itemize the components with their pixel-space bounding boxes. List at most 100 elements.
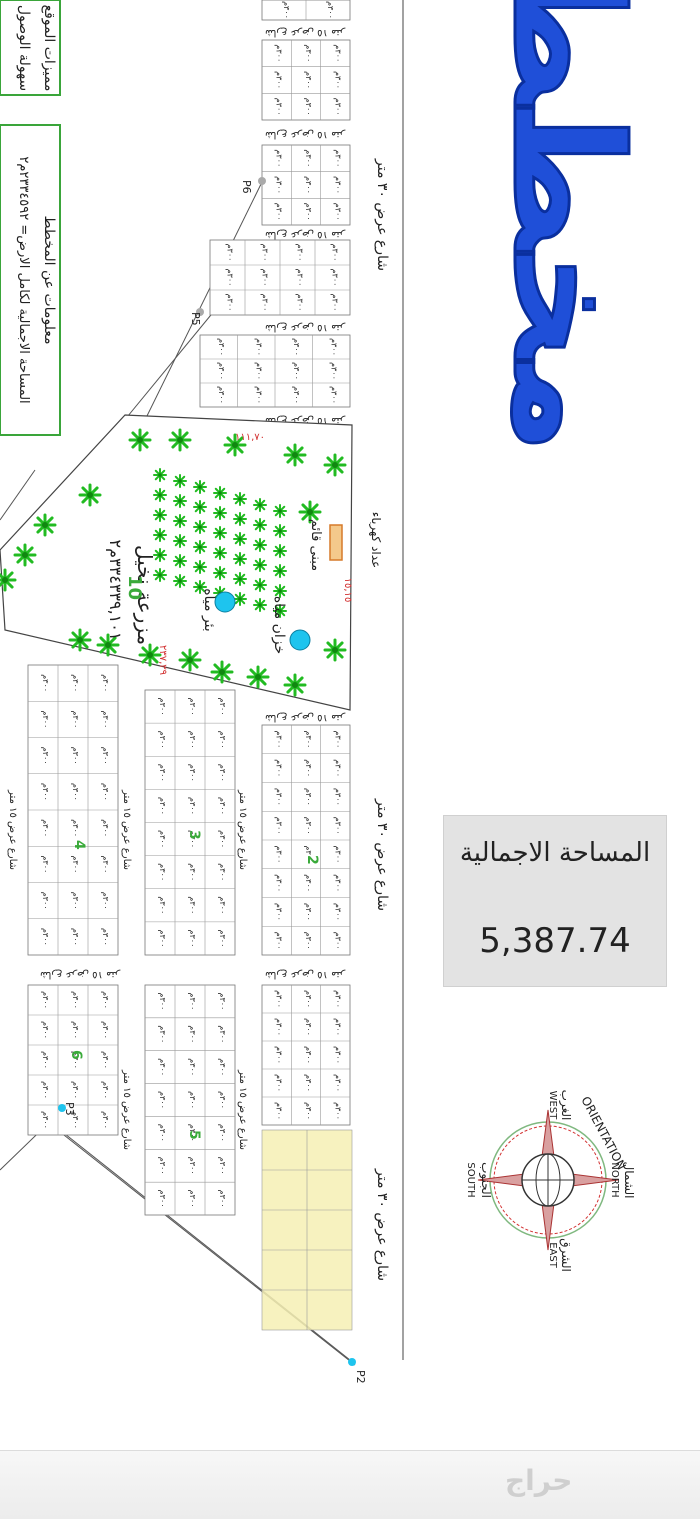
compass-north: NORTH — [609, 1162, 620, 1197]
plot-area-label: ٣٠٠م — [218, 863, 227, 881]
street-label-15m: شارع عرض ١٥ متر — [265, 969, 346, 980]
svg-text:P3: P3 — [63, 1102, 76, 1116]
plot-area-label: ٣٠٠م — [158, 1124, 167, 1142]
plot-area-label: ٣٠٠م — [101, 928, 110, 946]
palm-tree-icon — [173, 494, 187, 508]
plot-area-label: ٣٠٠م — [296, 294, 305, 312]
plot-area-label: ٣٠٠م — [188, 731, 197, 749]
site-access-text: سهولة الوصول — [16, 5, 32, 91]
plot-area-label: ٣٠٠م — [304, 44, 313, 62]
plot-area-label: ٣٠٠م — [101, 1051, 110, 1069]
plot-area-label: ٣٠٠م — [333, 990, 342, 1008]
plot-area-label: ٣٠٠م — [261, 244, 270, 262]
farm-edge-top: ١١١,٧٠ — [235, 432, 265, 443]
plot-area-label: ٣٠٠م — [101, 1021, 110, 1039]
palm-tree-icon — [173, 554, 187, 568]
palm-tree-icon — [193, 480, 207, 494]
plot-area-label: ٣٠٠م — [333, 932, 342, 950]
plot-block: ٣٠٠م ٣٠٠م — [261, 0, 351, 21]
total-area-card: المساحة الاجمالية 5,387.74 — [443, 815, 667, 987]
plot-area-label: ٣٠٠م — [333, 1018, 342, 1036]
plot-area-label: ٣٠٠م — [275, 990, 284, 1008]
plot-area-label: ٣٠٠م — [304, 1074, 313, 1092]
plot-area-label: ٣٠٠م — [188, 993, 197, 1011]
plot-area-label: ٣٠٠م — [333, 203, 342, 221]
plot-block: ٣٠٠م ٣٠٠م ٣٠٠م ٣٠٠م ٣٠٠م ٣٠٠م ٣٠٠م ٣٠٠م ٣٠٠م — [261, 39, 351, 121]
plot-area-label: ٣٠٠م — [275, 203, 284, 221]
palm-tree-icon — [323, 453, 347, 477]
plot-area-label: ٣٠٠م — [41, 819, 50, 837]
plot-area-label: ٣٠٠م — [41, 710, 50, 728]
plot-area-label: ٣٠٠م — [304, 903, 313, 921]
plot-area-label: ٣٠٠م — [296, 244, 305, 262]
plot-area-label: ٣٠٠م — [333, 71, 342, 89]
palm-tree-icon — [33, 513, 57, 537]
palm-tree-icon — [273, 524, 287, 538]
plot-area-label: ٣٠٠م — [158, 797, 167, 815]
plot-area-label: ٣٠٠م — [261, 269, 270, 287]
palm-tree-icon — [253, 578, 267, 592]
plot-area-label: ٣٠٠م — [275, 1046, 284, 1064]
plot-area-label: ٣٠٠م — [304, 990, 313, 1008]
farm-edge-bottom: ٢٣٧,٣٩ — [157, 645, 168, 675]
block-number: 2 — [304, 855, 320, 865]
plot-area-label: ٣٠٠م — [275, 1018, 284, 1036]
plot-area-label: ٣٠٠م — [331, 294, 340, 312]
plot-area-label: ٣٠٠م — [41, 855, 50, 873]
compass-west-ar: الغرب — [558, 1090, 573, 1121]
plot-area-label: ٣٠٠م — [254, 338, 263, 356]
plot-area-label: ٣٠٠م — [226, 269, 235, 287]
plot-area-label: ٣٠٠م — [71, 892, 80, 910]
palm-tree-icon — [246, 665, 270, 689]
plot-area-label: ٣٠٠م — [333, 176, 342, 194]
palm-tree-icon — [128, 428, 152, 452]
plot-area-label: ٣٠٠م — [218, 1124, 227, 1142]
plot-area-label: ٣٠٠م — [218, 1091, 227, 1109]
plot-area-label: ٣٠٠م — [71, 747, 80, 765]
plot-block: ٣٠٠م ٣٠٠م ٣٠٠م ٣٠٠م ٣٠٠م ٣٠٠م ٣٠٠م ٣٠٠م ٣٠٠م ٣٠٠م… — [27, 664, 119, 956]
palm-tree-icon — [283, 443, 307, 467]
total-land-area-text: المساحة الاجمالية لكامل الارض= ٢٣٣٤٥٩٢م٢ — [16, 156, 31, 403]
street-label-15m-vertical: شارع عرض ١٥ متر — [121, 789, 132, 870]
plot-area-label: ٣٠٠م — [188, 1091, 197, 1109]
palm-tree-icon — [213, 566, 227, 580]
palm-tree-icon — [233, 552, 247, 566]
plot-area-label: ٣٠٠م — [218, 731, 227, 749]
plot-area-label: ٣٠٠م — [188, 698, 197, 716]
block-number: 6 — [68, 1050, 84, 1060]
plot-area-label: ٣٠٠م — [218, 1190, 227, 1208]
plot-area-label: ٣٠٠م — [101, 783, 110, 801]
plot-area-label: ٣٠٠م — [304, 788, 313, 806]
plot-area-label: ٣٠٠م — [296, 269, 305, 287]
plot-area-label: ٣٠٠م — [333, 845, 342, 863]
plot-area-label: ٣٠٠م — [292, 386, 301, 404]
plot-area-label: ٣٠٠م — [158, 764, 167, 782]
plot-area-label: ٣٠٠م — [41, 674, 50, 692]
plot-area-label: ٣٠٠م — [292, 362, 301, 380]
plot-area-label: ٣٠٠م — [304, 1102, 313, 1120]
plot-area-label: ٣٠٠م — [71, 674, 80, 692]
plot-area-label: ٣٠٠م — [188, 764, 197, 782]
palm-tree-icon — [173, 534, 187, 548]
plot-area-label: ٣٠٠م — [158, 1190, 167, 1208]
plot-area-label: ٣٠٠م — [188, 1157, 197, 1175]
info-box-plan: معلومات عن المخطط المساحة الاجمالية لكام… — [0, 124, 61, 436]
plot-area-label: ٣٠٠م — [333, 149, 342, 167]
plot-area-label: ٣٠٠م — [41, 1111, 50, 1129]
plot-area-label: ٣٠٠م — [304, 1046, 313, 1064]
farm-area: ٣٣٤٣٣٩,١٠١م٢ — [106, 540, 125, 641]
plot-area-label: ٣٠٠م — [71, 783, 80, 801]
water-tank-label: خزان مياه — [271, 596, 287, 654]
plot-area-label: ٣٠٠م — [333, 903, 342, 921]
plot-area-label: ٣٠٠م — [333, 98, 342, 116]
info-box-site-features: مميزات الموقع سهولة الوصول — [0, 0, 61, 96]
plot-area-label: ٣٠٠م — [304, 98, 313, 116]
palm-tree-icon — [213, 506, 227, 520]
palm-tree-icon — [153, 468, 167, 482]
plot-area-label: ٣٠٠م — [218, 764, 227, 782]
plot-area-label: ٣٠٠م — [304, 71, 313, 89]
plot-area-label: ٣٠٠م — [101, 674, 110, 692]
water-well-label: بئر مياه — [201, 588, 217, 632]
plot-area-label: ٣٠٠م — [218, 830, 227, 848]
plot-area-label: ٣٠٠م — [218, 1157, 227, 1175]
